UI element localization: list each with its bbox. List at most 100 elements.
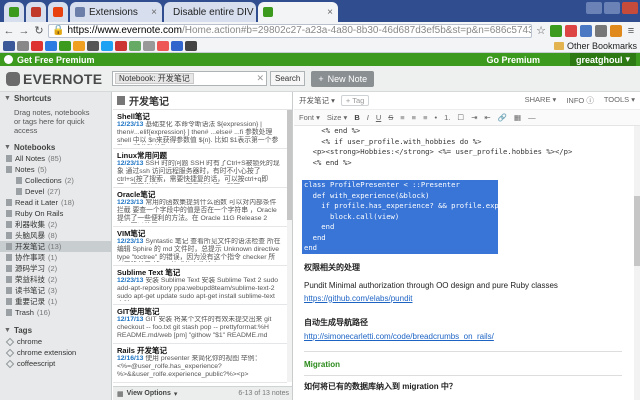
strikethrough-icon[interactable]: S <box>388 113 393 122</box>
bookmark-icon[interactable] <box>157 40 169 51</box>
evernote-logo[interactable]: EVERNOTE <box>0 71 112 87</box>
bookmark-icon[interactable] <box>87 40 99 51</box>
outdent-icon[interactable]: ⇤ <box>484 113 490 122</box>
browser-tab[interactable] <box>4 2 24 22</box>
align-left-icon[interactable]: ≡ <box>400 113 404 122</box>
notebook-selector[interactable]: 开发笔记 ▾ <box>299 95 335 106</box>
clear-icon[interactable]: ✕ <box>256 73 264 84</box>
shortcuts-section-header[interactable]: ▼ Shortcuts <box>0 92 111 104</box>
notebooks-section-header[interactable]: ▼ Notebooks <box>0 141 111 153</box>
search-button[interactable]: Search <box>270 71 306 86</box>
share-button[interactable]: SHARE ▾ <box>525 95 557 106</box>
bookmark-icon[interactable] <box>31 40 43 51</box>
sidebar-notebook-item[interactable]: 读书笔记 (3) <box>0 285 111 296</box>
pundit-link[interactable]: https://github.com/elabs/pundit <box>304 294 622 303</box>
size-select[interactable]: Size ▾ <box>327 113 347 122</box>
sidebar-notebook-item[interactable]: 开发笔记 (13) <box>0 241 111 252</box>
sidebar-notebook-item[interactable]: Read it Later (18) <box>0 197 111 208</box>
indent-icon[interactable]: ⇥ <box>471 113 477 122</box>
sidebar-notebook-item[interactable]: 协作事项 (1) <box>0 252 111 263</box>
note-body[interactable]: <% end %> <% if user_profile.with_hobbie… <box>294 126 634 400</box>
align-right-icon[interactable]: ≡ <box>423 113 427 122</box>
menu-icon[interactable]: ≡ <box>625 25 637 37</box>
bookmark-icon[interactable] <box>3 40 15 51</box>
font-select[interactable]: Font ▾ <box>299 113 320 122</box>
link-icon[interactable]: 🔗 <box>498 113 507 122</box>
sidebar-notebook-item[interactable]: Notes (5) <box>0 164 111 175</box>
close-window-button[interactable] <box>622 2 638 14</box>
sidebar-notebook-item[interactable]: Devel (27) <box>0 186 111 197</box>
sidebar-notebook-item[interactable]: All Notes (85) <box>0 153 111 164</box>
browser-tab[interactable]: Disable entire DIV using J× <box>164 2 256 22</box>
maximize-button[interactable] <box>604 2 620 14</box>
bookmark-icon[interactable] <box>171 40 183 51</box>
note-list-item[interactable]: Sublime Text 笔记 12/23/13 安装 Sublime Text … <box>113 266 287 305</box>
info-button[interactable]: INFO ⓘ <box>566 95 594 106</box>
checkbox-icon[interactable]: ☐ <box>457 113 464 122</box>
minimize-button[interactable] <box>586 2 602 14</box>
bookmark-icon[interactable] <box>101 40 113 51</box>
note-list-item[interactable]: VIM笔记 12/23/13 Syntastic 笔记 查看所见文件的语法检查 所… <box>113 227 287 266</box>
view-options-button[interactable]: View Options <box>127 390 171 397</box>
bookmark-icon[interactable] <box>129 40 141 51</box>
other-bookmarks[interactable]: Other Bookmarks <box>553 41 637 51</box>
sidebar-notebook-item[interactable]: 利器收集 (2) <box>0 219 111 230</box>
evernote-extension-icon[interactable] <box>550 24 562 37</box>
browser-tab[interactable] <box>48 2 68 22</box>
bookmark-icon[interactable] <box>185 40 197 51</box>
sidebar-notebook-item[interactable]: Collections (2) <box>0 175 111 186</box>
sidebar-tag-item[interactable]: chrome <box>0 336 111 347</box>
search-chip[interactable]: Notebook: 开发笔记 <box>115 73 194 84</box>
tag-input[interactable]: + Tag <box>340 95 370 106</box>
sidebar-tag-item[interactable]: coffeescript <box>0 358 111 369</box>
new-note-button[interactable]: + New Note <box>311 70 375 87</box>
bookmark-icon[interactable] <box>45 40 57 51</box>
table-icon[interactable]: ▦ <box>514 113 521 122</box>
bold-icon[interactable]: B <box>354 113 359 122</box>
note-list-item[interactable]: Linux常用问题 12/23/13 SSH 时的问题 SSH 时有了Ctrl+S… <box>113 149 287 188</box>
bookmark-icon[interactable] <box>115 40 127 51</box>
note-list-item[interactable]: GIT使用笔记 12/17/13 GIT 安装 将某个文件的有效未提交出来 git… <box>113 305 287 344</box>
hr-icon[interactable]: ― <box>528 113 536 122</box>
tags-section-header[interactable]: ▼ Tags <box>0 324 111 336</box>
user-menu[interactable]: greatghoul ▾ <box>569 53 636 66</box>
numbered-list-icon[interactable]: 1. <box>444 113 450 122</box>
sidebar-notebook-item[interactable]: 源码学习 (2) <box>0 263 111 274</box>
breadcrumbs-link[interactable]: http://simonecarletti.com/code/breadcrum… <box>304 332 622 341</box>
editor-scrollbar[interactable] <box>634 126 640 400</box>
bookmark-icon[interactable] <box>59 40 71 51</box>
back-arrow-icon[interactable]: ← <box>3 25 15 37</box>
sidebar-notebook-item[interactable]: Ruby On Rails <box>0 208 111 219</box>
sidebar-notebook-item[interactable]: 荣益科技 (2) <box>0 274 111 285</box>
sidebar-notebook-item[interactable]: 头脑风暴 (8) <box>0 230 111 241</box>
browser-tab[interactable] <box>26 2 46 22</box>
bullet-list-icon[interactable]: • <box>434 113 437 122</box>
go-premium-link[interactable]: Go Premium <box>486 55 540 65</box>
sidebar-notebook-item[interactable]: 重要记录 (1) <box>0 296 111 307</box>
scrollbar-thumb[interactable] <box>634 196 640 266</box>
star-icon[interactable]: ☆ <box>535 25 547 37</box>
browser-tab[interactable]: × <box>258 2 338 22</box>
note-list-scrollbar[interactable] <box>287 110 292 382</box>
scrollbar-thumb[interactable] <box>287 110 292 220</box>
sidebar-tag-item[interactable]: chrome extension <box>0 347 111 358</box>
align-center-icon[interactable]: ≡ <box>412 113 416 122</box>
browser-tab[interactable]: Extensions × <box>70 2 162 22</box>
note-list-item[interactable]: Shell笔记 12/23/13 基础变化 本命令断语法 ${expression… <box>113 110 287 149</box>
bookmark-icon[interactable] <box>17 40 29 51</box>
tab-close-icon[interactable]: × <box>151 7 157 18</box>
reload-icon[interactable]: ↻ <box>33 25 45 37</box>
underline-icon[interactable]: U <box>376 113 381 122</box>
tools-button[interactable]: TOOLS ▾ <box>604 95 635 106</box>
extension-icon[interactable] <box>595 24 607 37</box>
forward-arrow-icon[interactable]: → <box>18 25 30 37</box>
get-free-premium-link[interactable]: Get Free Premium <box>17 55 95 65</box>
bookmark-icon[interactable] <box>73 40 85 51</box>
tab-close-icon[interactable]: × <box>327 7 333 18</box>
sidebar-notebook-item[interactable]: Trash (16) <box>0 307 111 318</box>
bookmark-icon[interactable] <box>143 40 155 51</box>
note-list-item[interactable]: Rails 开发笔记 12/16/13 使用 presenter 来简化你的视图 … <box>113 344 287 383</box>
search-input[interactable]: Notebook: 开发笔记 ✕ <box>112 71 267 86</box>
address-bar[interactable]: 🔒 https://www.evernote.com /Home.action#… <box>48 23 532 38</box>
extension-icon[interactable] <box>565 24 577 37</box>
